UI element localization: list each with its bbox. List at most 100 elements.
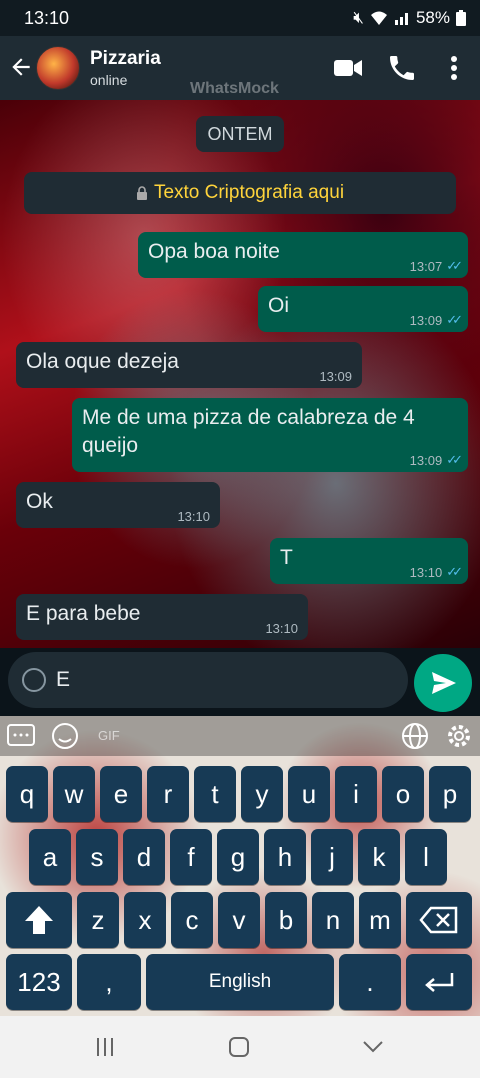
chat-header: Pizzaria online WhatsMock [0, 36, 480, 100]
enter-key[interactable] [406, 954, 472, 1010]
message-meta: 13:09 ✓✓ [409, 452, 463, 468]
message-time: 13:09 [319, 369, 352, 384]
key-q[interactable]: q [6, 766, 48, 822]
key-h[interactable]: h [264, 829, 306, 885]
message-time: 13:09 [409, 312, 443, 328]
backspace-key[interactable] [406, 892, 472, 948]
system-nav-bar [0, 1016, 480, 1078]
emoji-keyboard-icon[interactable] [50, 722, 80, 750]
more-options-icon[interactable] [438, 52, 470, 84]
backspace-icon [419, 906, 458, 934]
key-b[interactable]: b [265, 892, 307, 948]
key-x[interactable]: x [124, 892, 166, 948]
battery-icon [456, 10, 466, 26]
message-bubble-outgoing[interactable]: Me de uma pizza de calabreza de 4 queijo… [72, 398, 468, 472]
keyboard-toolbar: GIF [0, 716, 480, 756]
message-bubble-incoming[interactable]: Ok 13:10 [16, 482, 220, 528]
lock-icon [136, 186, 147, 200]
message-time: 13:10 [265, 621, 298, 636]
message-bubble-outgoing[interactable]: Oi 13:09 ✓✓ [258, 286, 468, 332]
message-bubble-incoming[interactable]: E para bebe 13:10 [16, 594, 308, 640]
gif-button[interactable]: GIF [98, 728, 120, 743]
message-bubble-incoming[interactable]: Ola oque dezeja 13:09 [16, 342, 362, 388]
send-icon [432, 672, 456, 694]
keyboard: GIF q w e r t y u i o p a s d f g h j k … [0, 716, 480, 1016]
key-g[interactable]: g [217, 829, 259, 885]
key-a[interactable]: a [29, 829, 71, 885]
recent-apps-icon[interactable] [90, 1034, 120, 1060]
battery-percent: 58% [415, 8, 450, 27]
video-call-icon[interactable] [332, 52, 364, 84]
key-s[interactable]: s [76, 829, 118, 885]
date-chip: ONTEM [196, 116, 284, 152]
message-meta: 13:10 [265, 621, 298, 636]
key-k[interactable]: k [358, 829, 400, 885]
key-z[interactable]: z [77, 892, 119, 948]
language-globe-icon[interactable] [400, 722, 430, 750]
message-meta: 13:10 [177, 509, 210, 524]
clipboard-icon[interactable] [6, 722, 36, 750]
message-time: 13:07 [409, 258, 443, 274]
key-v[interactable]: v [218, 892, 260, 948]
key-u[interactable]: u [288, 766, 330, 822]
key-e[interactable]: e [100, 766, 142, 822]
chat-area[interactable]: ONTEM Texto Criptografia aqui Opa boa no… [0, 100, 480, 648]
key-w[interactable]: w [53, 766, 95, 822]
message-composer [0, 648, 480, 716]
contact-avatar[interactable] [36, 46, 80, 90]
enter-icon [425, 973, 454, 992]
send-button[interactable] [414, 654, 472, 712]
wifi-icon [370, 11, 387, 25]
back-nav-icon[interactable] [358, 1034, 388, 1060]
contact-name[interactable]: Pizzaria [90, 48, 161, 70]
voice-call-icon[interactable] [386, 52, 418, 84]
read-receipt-icon: ✓✓ [446, 564, 463, 579]
comma-key[interactable]: , [77, 954, 141, 1010]
key-i[interactable]: i [335, 766, 377, 822]
key-n[interactable]: n [312, 892, 354, 948]
key-f[interactable]: f [170, 829, 212, 885]
key-y[interactable]: y [241, 766, 283, 822]
message-text-line2: queijo [82, 434, 139, 457]
key-j[interactable]: j [311, 829, 353, 885]
message-meta: 13:09 ✓✓ [409, 312, 463, 328]
message-meta: 13:10 ✓✓ [409, 564, 463, 580]
message-input[interactable] [56, 664, 386, 696]
key-d[interactable]: d [123, 829, 165, 885]
message-text: Me de uma pizza de calabreza de 4 [82, 406, 415, 429]
read-receipt-icon: ✓✓ [446, 258, 463, 273]
key-c[interactable]: c [171, 892, 213, 948]
period-key[interactable]: . [339, 954, 401, 1010]
shift-key[interactable] [6, 892, 72, 948]
mute-icon: 🔇︎ [353, 8, 364, 27]
shift-icon [25, 906, 53, 934]
message-time: 13:10 [409, 564, 443, 580]
key-p[interactable]: p [429, 766, 471, 822]
key-l[interactable]: l [405, 829, 447, 885]
key-t[interactable]: t [194, 766, 236, 822]
message-input-wrapper[interactable] [8, 652, 408, 708]
message-text: Ola oque dezeja [26, 350, 179, 373]
status-bar: 13:10 🔇︎ 58% [0, 0, 480, 36]
key-r[interactable]: r [147, 766, 189, 822]
message-bubble-outgoing[interactable]: T 13:10 ✓✓ [270, 538, 468, 584]
numbers-key[interactable]: 123 [6, 954, 72, 1010]
home-icon[interactable] [224, 1034, 254, 1060]
message-time: 13:09 [409, 452, 443, 468]
status-time: 13:10 [24, 8, 70, 28]
key-o[interactable]: o [382, 766, 424, 822]
back-arrow-icon[interactable] [8, 54, 34, 80]
signal-icon [394, 13, 408, 25]
encryption-notice[interactable]: Texto Criptografia aqui [24, 172, 456, 214]
encryption-text: Texto Criptografia aqui [153, 182, 345, 203]
read-receipt-icon: ✓✓ [446, 312, 463, 327]
message-bubble-outgoing[interactable]: Opa boa noite 13:07 ✓✓ [138, 232, 468, 278]
emoji-icon[interactable] [22, 668, 46, 692]
status-icons: 🔇︎ 58% [353, 8, 466, 28]
key-m[interactable]: m [359, 892, 401, 948]
space-key[interactable]: English [146, 954, 334, 1010]
message-text: E para bebe [26, 602, 141, 625]
contact-status: online [90, 72, 128, 88]
settings-gear-icon[interactable] [444, 722, 474, 750]
message-meta: 13:09 [319, 369, 352, 384]
